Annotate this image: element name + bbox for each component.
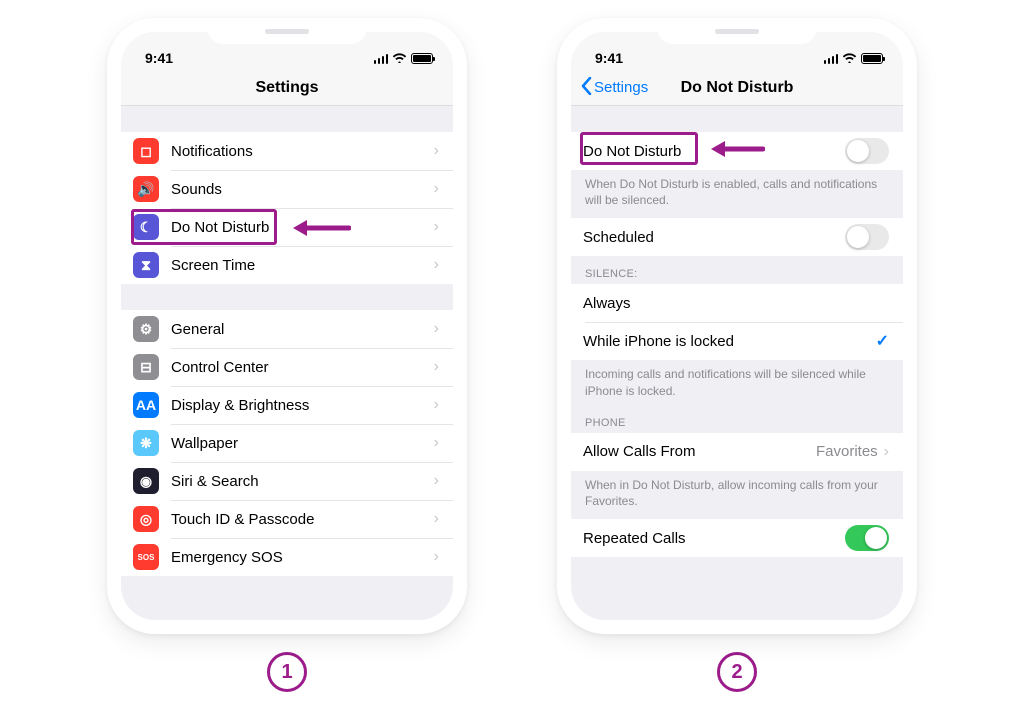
row-label: Wallpaper <box>171 435 434 452</box>
row-label: Screen Time <box>171 257 434 274</box>
row-label: Siri & Search <box>171 473 434 490</box>
settings-row-sounds[interactable]: 🔊 Sounds› <box>121 170 453 208</box>
settings-row-display-brightness[interactable]: AA Display & Brightness› <box>121 386 453 424</box>
sounds-icon: 🔊 <box>133 176 159 202</box>
chevron-right-icon: › <box>434 320 439 338</box>
chevron-right-icon: › <box>434 548 439 566</box>
row-label: Repeated Calls <box>583 530 845 547</box>
row-label: Do Not Disturb <box>171 219 434 236</box>
status-time: 9:41 <box>145 50 173 66</box>
step-badge-2: 2 <box>717 652 757 692</box>
row-label: Control Center <box>171 359 434 376</box>
chevron-right-icon: › <box>434 472 439 490</box>
chevron-left-icon <box>581 77 592 99</box>
control-center-icon: ⊟ <box>133 354 159 380</box>
phone-mockup-1: 9:41 Settings ◻︎Notifications›🔊Sounds›☾D… <box>107 18 467 634</box>
step-badge-1: 1 <box>267 652 307 692</box>
battery-icon <box>411 53 433 64</box>
row-label: Notifications <box>171 143 434 160</box>
checkmark-icon: ✓ <box>876 331 889 351</box>
silence-locked-row[interactable]: While iPhone is locked ✓ <box>571 322 903 360</box>
chevron-right-icon: › <box>434 396 439 414</box>
row-label: Display & Brightness <box>171 397 434 414</box>
display-icon: AA <box>133 392 159 418</box>
row-label: General <box>171 321 434 338</box>
chevron-right-icon: › <box>434 434 439 452</box>
settings-row-do-not-disturb[interactable]: ☾ Do Not Disturb› <box>121 208 453 246</box>
chevron-right-icon: › <box>434 510 439 528</box>
wallpaper-icon: ❋ <box>133 430 159 456</box>
cell-signal-icon <box>374 54 389 64</box>
silence-header: SILENCE: <box>571 256 903 284</box>
row-label: Emergency SOS <box>171 549 434 566</box>
phone-header: PHONE <box>571 409 903 433</box>
row-label: Sounds <box>171 181 434 198</box>
row-detail: Favorites <box>816 443 878 460</box>
wifi-icon <box>392 51 407 66</box>
allow-footer: When in Do Not Disturb, allow incoming c… <box>571 471 903 519</box>
general-icon: ⚙ <box>133 316 159 342</box>
chevron-right-icon: › <box>434 358 439 376</box>
status-time: 9:41 <box>595 50 623 66</box>
notch <box>207 18 367 44</box>
settings-row-touch-id-passcode[interactable]: ◎ Touch ID & Passcode› <box>121 500 453 538</box>
row-label: Scheduled <box>583 229 845 246</box>
scheduled-toggle-row[interactable]: Scheduled <box>571 218 903 256</box>
screentime-icon: ⧗ <box>133 252 159 278</box>
dnd-icon: ☾ <box>133 214 159 240</box>
battery-icon <box>861 53 883 64</box>
row-label: Always <box>583 295 889 312</box>
siri-icon: ◉ <box>133 468 159 494</box>
allow-calls-row[interactable]: Allow Calls From Favorites › <box>571 433 903 471</box>
silence-footer: Incoming calls and notifications will be… <box>571 360 903 408</box>
nav-bar: Settings Do Not Disturb <box>571 70 903 106</box>
scheduled-toggle[interactable] <box>845 224 889 250</box>
back-button[interactable]: Settings <box>581 77 648 99</box>
chevron-right-icon: › <box>434 256 439 274</box>
settings-row-wallpaper[interactable]: ❋ Wallpaper› <box>121 424 453 462</box>
row-label: Do Not Disturb <box>583 143 845 160</box>
repeated-calls-row[interactable]: Repeated Calls <box>571 519 903 557</box>
notifications-icon: ◻︎ <box>133 138 159 164</box>
chevron-right-icon: › <box>434 218 439 236</box>
touchid-icon: ◎ <box>133 506 159 532</box>
dnd-toggle-row[interactable]: Do Not Disturb <box>571 132 903 170</box>
notch <box>657 18 817 44</box>
chevron-right-icon: › <box>434 142 439 160</box>
row-label: Touch ID & Passcode <box>171 511 434 528</box>
dnd-footer: When Do Not Disturb is enabled, calls an… <box>571 170 903 218</box>
page-title: Settings <box>255 79 318 97</box>
sos-icon: SOS <box>133 544 159 570</box>
repeated-toggle[interactable] <box>845 525 889 551</box>
settings-row-control-center[interactable]: ⊟ Control Center› <box>121 348 453 386</box>
settings-row-general[interactable]: ⚙ General› <box>121 310 453 348</box>
chevron-right-icon: › <box>434 180 439 198</box>
row-label: Allow Calls From <box>583 443 816 460</box>
settings-row-siri-search[interactable]: ◉ Siri & Search› <box>121 462 453 500</box>
settings-row-screen-time[interactable]: ⧗ Screen Time› <box>121 246 453 284</box>
back-label: Settings <box>594 79 648 96</box>
settings-row-emergency-sos[interactable]: SOS Emergency SOS› <box>121 538 453 576</box>
settings-row-notifications[interactable]: ◻︎ Notifications› <box>121 132 453 170</box>
nav-bar: Settings <box>121 70 453 106</box>
cell-signal-icon <box>824 54 839 64</box>
silence-always-row[interactable]: Always <box>571 284 903 322</box>
wifi-icon <box>842 51 857 66</box>
page-title: Do Not Disturb <box>681 79 794 97</box>
dnd-toggle[interactable] <box>845 138 889 164</box>
row-label: While iPhone is locked <box>583 333 876 350</box>
phone-mockup-2: 9:41 Settings Do Not Disturb <box>557 18 917 634</box>
chevron-right-icon: › <box>884 443 889 461</box>
